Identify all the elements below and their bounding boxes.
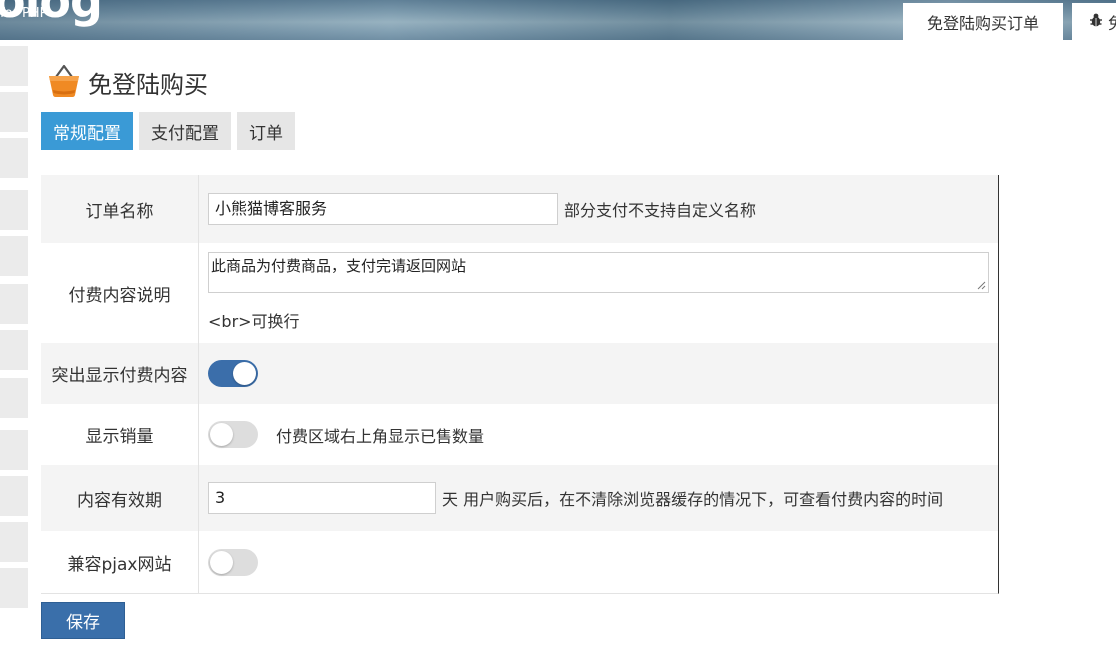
validity-label: 内容有效期 [41,465,199,531]
form-row-description: 付费内容说明 此商品为付费商品，支付完请返回网站 <br>可换行 [41,243,998,343]
pjax-toggle[interactable] [208,548,258,576]
toggle-knob [233,362,256,385]
toggle-knob [210,550,233,574]
page-header: 免登陆购买 [46,62,208,103]
sidebar-block[interactable] [0,476,28,516]
shopping-basket-icon [46,62,82,103]
settings-form: 订单名称 小熊猫博客服务 部分支付不支持自定义名称 付费内容说明 此商品为付费商… [41,175,999,594]
tab-payment-config[interactable]: 支付配置 [139,112,231,150]
validity-input[interactable]: 3 [208,482,436,514]
page-title: 免登陆购买 [88,71,208,99]
description-text: 此商品为付费商品，支付完请返回网站 [211,257,467,275]
sidebar-block[interactable] [0,430,28,470]
highlight-toggle[interactable] [208,360,258,387]
form-row-highlight: 突出显示付费内容 [41,343,998,404]
order-name-hint: 部分支付不支持自定义名称 [564,201,757,220]
top-tab-orders[interactable]: 免登陆购买订单 [903,3,1063,40]
sidebar-block[interactable] [0,138,28,178]
show-sales-hint: 付费区域右上角显示已售数量 [276,426,485,446]
pjax-label: 兼容pjax网站 [41,531,199,593]
highlight-label: 突出显示付费内容 [41,343,199,404]
show-sales-toggle[interactable] [208,421,258,448]
show-sales-label: 显示销量 [41,404,199,465]
sidebar-block[interactable] [0,378,28,418]
top-tab-debug-label: 免 [1108,10,1116,34]
form-row-order-name: 订单名称 小熊猫博客服务 部分支付不支持自定义名称 [41,175,998,243]
description-label: 付费内容说明 [41,243,199,343]
sidebar-block[interactable] [0,522,28,562]
sidebar-block[interactable] [0,330,28,370]
top-tab-orders-label: 免登陆购买订单 [926,13,1039,33]
sidebar-block[interactable] [0,236,28,276]
left-sidebar-strip [0,40,28,661]
order-name-label: 订单名称 [41,175,199,243]
description-hint: <br>可换行 [208,312,300,331]
sidebar-block[interactable] [0,92,28,132]
order-name-input[interactable]: 小熊猫博客服务 [208,193,558,225]
form-row-validity: 内容有效期 3 天 用户购买后，在不清除浏览器缓存的情况下，可查看付费内容的时间 [41,465,998,531]
save-button[interactable]: 保存 [41,602,125,639]
sidebar-block[interactable] [0,284,28,324]
form-row-pjax: 兼容pjax网站 [41,531,998,593]
top-tab-debug[interactable]: 免 [1072,3,1116,40]
validity-hint: 天 用户购买后，在不清除浏览器缓存的情况下，可查看付费内容的时间 [442,490,944,509]
sidebar-block[interactable] [0,568,28,608]
tab-orders[interactable]: 订单 [237,112,295,150]
tab-general-config[interactable]: 常规配置 [41,112,133,150]
bug-icon [1088,12,1104,32]
form-row-show-sales: 显示销量 付费区域右上角显示已售数量 [41,404,998,465]
config-tabs: 常规配置 支付配置 订单 [41,112,295,150]
description-textarea[interactable]: 此商品为付费商品，支付完请返回网站 [208,252,989,293]
site-logo-subtitle: for PHP [0,6,48,21]
sidebar-block[interactable] [0,46,28,86]
toggle-knob [210,423,233,446]
sidebar-block[interactable] [0,190,28,230]
top-banner: olog for PHP 免登陆购买订单 免 [0,0,1116,40]
resize-grip-icon[interactable] [977,281,986,290]
